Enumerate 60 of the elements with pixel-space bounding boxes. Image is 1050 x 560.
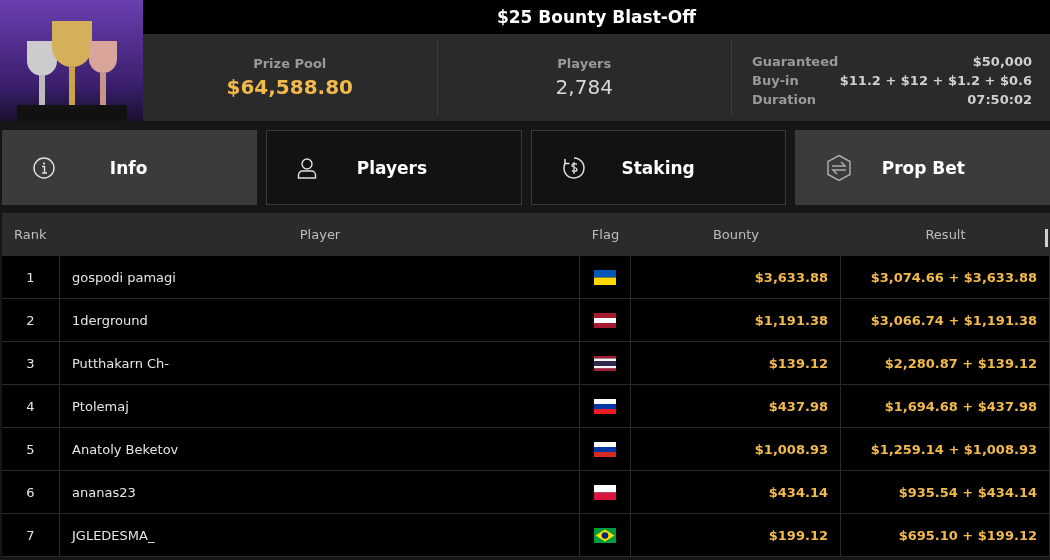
tab[interactable]: Info: [2, 130, 258, 205]
rank-cell: 2: [2, 299, 60, 342]
result-cell: $1,259.14 + $1,008.93: [841, 428, 1050, 471]
tab[interactable]: Players: [266, 130, 522, 205]
rank-cell: 7: [2, 514, 60, 557]
column-header: Rank: [2, 213, 60, 256]
bounty-cell: $139.12: [631, 342, 841, 385]
column-header: Player: [60, 213, 580, 256]
bounty-cell: $199.12: [631, 514, 841, 557]
column-header: Flag: [580, 213, 631, 256]
stat-value: $64,588.80: [226, 75, 353, 99]
flag-icon: [594, 527, 616, 543]
flag-icon: [594, 312, 616, 328]
detail-value: $50,000: [972, 54, 1032, 69]
column-header: Bounty: [631, 213, 841, 256]
flag-icon: [594, 355, 616, 371]
detail-label: Buy-in: [752, 73, 799, 88]
tab[interactable]: Prop Bet: [794, 130, 1050, 205]
result-cell: $2,280.87 + $139.12: [841, 342, 1050, 385]
player-cell: gospodi pamagi: [60, 256, 580, 299]
user-icon: [297, 156, 318, 179]
flag-icon: [594, 441, 616, 457]
result-cell: $3,066.74 + $1,191.38: [841, 299, 1050, 342]
flag-icon: [594, 398, 616, 414]
rank-cell: 1: [2, 256, 60, 299]
column-header: Result: [841, 213, 1050, 256]
player-cell: Anatoly Beketov: [60, 428, 580, 471]
result-cell: $1,694.68 + $437.98: [841, 385, 1050, 428]
player-cell: Ptolemaj: [60, 385, 580, 428]
bounty-cell: $437.98: [631, 385, 841, 428]
bounty-cell: $434.14: [631, 471, 841, 514]
bounty-cell: $1,191.38: [631, 299, 841, 342]
detail-value: $11.2 + $12 + $1.2 + $0.6: [839, 73, 1032, 88]
scrollbar-thumb[interactable]: [1045, 229, 1048, 247]
player-cell: JGLEDESMA_: [60, 514, 580, 557]
bounty-cell: $1,008.93: [631, 428, 841, 471]
result-cell: $3,074.66 + $3,633.88: [841, 256, 1050, 299]
detail-value: 07:50:02: [967, 92, 1032, 107]
result-cell: $695.10 + $199.12: [841, 514, 1050, 557]
exchange-arrows-icon: [825, 153, 852, 182]
player-cell: Putthakarn Ch-: [60, 342, 580, 385]
player-cell: ananas23: [60, 471, 580, 514]
tab[interactable]: Staking: [530, 130, 786, 205]
info-icon: [33, 156, 55, 179]
flag-icon: [594, 484, 616, 500]
bounty-cell: $3,633.88: [631, 256, 841, 299]
stat-label: Prize Pool: [253, 56, 327, 71]
rank-cell: 4: [2, 385, 60, 428]
tournament-title: $25 Bounty Blast-Off: [496, 7, 697, 27]
rank-cell: 3: [2, 342, 60, 385]
player-cell: 1derground: [60, 299, 580, 342]
detail-label: Guaranteed: [752, 54, 839, 69]
dollar-coin-icon: [561, 155, 586, 180]
stat-label: Players: [557, 56, 612, 71]
rank-cell: 6: [2, 471, 60, 514]
rank-cell: 5: [2, 428, 60, 471]
result-cell: $935.54 + $434.14: [841, 471, 1050, 514]
flag-icon: [594, 269, 616, 285]
stat-value: 2,784: [555, 75, 613, 99]
detail-label: Duration: [752, 92, 817, 107]
